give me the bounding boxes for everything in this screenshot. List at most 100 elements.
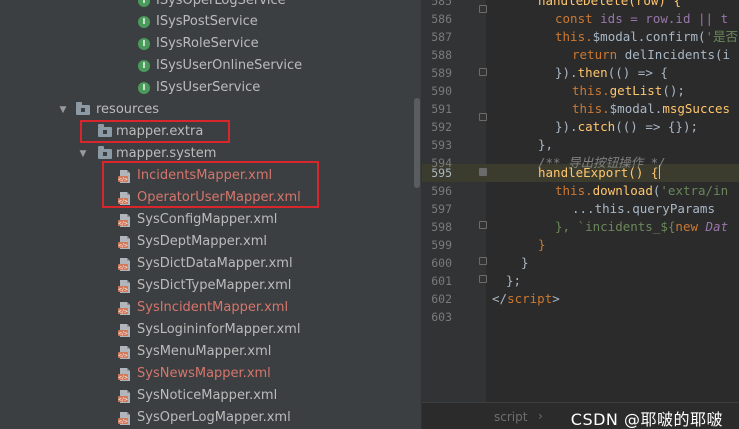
- tree-item-label: resources: [96, 102, 160, 117]
- code-line[interactable]: </script>: [492, 290, 560, 308]
- fold-marker-icon[interactable]: [479, 5, 487, 13]
- folder-icon: [76, 102, 90, 115]
- interface-icon: I: [138, 0, 150, 7]
- code-line[interactable]: this.$modal.confirm('是否: [555, 28, 738, 46]
- scrollbar-thumb[interactable]: [414, 98, 420, 188]
- interface-icon: I: [138, 16, 150, 28]
- xml-file-icon: </>: [118, 257, 132, 272]
- tree-item-label: SysOperLogMapper.xml: [137, 410, 291, 425]
- xml-file-icon: </>: [118, 323, 132, 338]
- tree-item-label: ISysRoleService: [156, 36, 259, 51]
- tree-item-label: ISysUserService: [156, 80, 261, 95]
- svg-text:</>: </>: [118, 287, 128, 293]
- svg-text:</>: </>: [118, 397, 128, 403]
- xml-file-icon: </>: [118, 345, 132, 360]
- xml-file-icon: </>: [118, 411, 132, 426]
- folder-icon: [98, 146, 112, 159]
- line-number: 593: [431, 138, 452, 152]
- code-line[interactable]: const ids = row.id || t: [555, 10, 728, 28]
- code-line[interactable]: }, `incidents_${new Dat: [555, 218, 728, 236]
- svg-text:</>: </>: [118, 309, 128, 315]
- code-line[interactable]: };: [506, 272, 521, 290]
- xml-file-icon: </>: [118, 301, 132, 316]
- code-line[interactable]: }).catch(() => {});: [555, 118, 698, 136]
- code-line[interactable]: this.download('extra/in: [555, 182, 728, 200]
- xml-file-icon: </>: [118, 169, 132, 184]
- line-number: 603: [431, 310, 452, 324]
- fold-marker-icon[interactable]: [479, 275, 487, 283]
- svg-text:</>: </>: [118, 199, 128, 205]
- tree-item-label: OperatorUserMapper.xml: [137, 190, 301, 205]
- watermark: CSDN @耶啵的耶啵: [570, 410, 723, 429]
- line-number: 587: [431, 30, 452, 44]
- tree-item-label: SysNoticeMapper.xml: [137, 388, 278, 403]
- expand-arrow-icon[interactable]: ▼: [58, 99, 68, 121]
- line-number: 592: [431, 120, 452, 134]
- code-line-current[interactable]: handleExport() {: [538, 164, 661, 182]
- line-number: 591: [431, 102, 452, 116]
- code-line[interactable]: this.$modal.msgSucces: [572, 100, 730, 118]
- tree-item-label: ISysPostService: [156, 14, 258, 29]
- code-editor[interactable]: 585 586 587 588 589 590 591 592 593 594 595 596 597 5…: [422, 0, 739, 429]
- breadcrumb-separator-icon: ›: [538, 409, 543, 423]
- code-line[interactable]: }).then(() => {: [555, 64, 668, 82]
- line-number: 588: [431, 48, 452, 62]
- fold-marker-icon[interactable]: [479, 221, 487, 229]
- line-number: 590: [431, 84, 452, 98]
- tree-item-label: SysDeptMapper.xml: [137, 234, 268, 249]
- tree-item-label: SysDictDataMapper.xml: [137, 256, 293, 271]
- tree-item-label: ISysUserOnlineService: [156, 58, 303, 73]
- svg-text:</>: </>: [118, 331, 128, 337]
- fold-marker-icon[interactable]: [479, 113, 487, 121]
- xml-file-icon: </>: [118, 235, 132, 250]
- code-line[interactable]: return delIncidents(i: [572, 46, 730, 64]
- code-line[interactable]: }: [538, 236, 546, 254]
- folder-icon: [98, 124, 112, 137]
- project-tree[interactable]: I ISysOperLogService I ISysPostService I…: [0, 0, 413, 429]
- text-cursor: [659, 165, 661, 179]
- line-number: 597: [431, 202, 452, 216]
- tree-item-label: mapper.system: [116, 146, 217, 161]
- svg-text:</>: </>: [118, 221, 128, 227]
- tree-item-label: SysConfigMapper.xml: [137, 212, 278, 227]
- xml-file-icon: </>: [118, 191, 132, 206]
- line-number: 585: [431, 0, 452, 8]
- xml-file-icon: </>: [118, 279, 132, 294]
- line-number: 598: [431, 220, 452, 234]
- fold-marker-icon[interactable]: [479, 168, 487, 176]
- code-line[interactable]: this.getList();: [572, 82, 685, 100]
- svg-text:</>: </>: [118, 375, 128, 381]
- interface-icon: I: [138, 82, 150, 94]
- svg-text:</>: </>: [118, 265, 128, 271]
- tree-item-label: IncidentsMapper.xml: [137, 168, 273, 183]
- code-line[interactable]: handleDelete(row) {: [538, 0, 681, 10]
- line-number: 602: [431, 292, 452, 306]
- tree-item-label: SysDictTypeMapper.xml: [137, 278, 292, 293]
- line-number: 600: [431, 256, 452, 270]
- xml-file-icon: </>: [118, 367, 132, 382]
- line-number: 589: [431, 66, 452, 80]
- tree-item-label: SysMenuMapper.xml: [137, 344, 272, 359]
- expand-arrow-icon[interactable]: ▼: [78, 143, 88, 165]
- xml-file-icon: </>: [118, 389, 132, 404]
- fold-marker-icon[interactable]: [479, 68, 487, 76]
- code-line[interactable]: },: [538, 136, 553, 154]
- line-number: 599: [431, 238, 452, 252]
- tree-scrollbar[interactable]: [413, 0, 421, 429]
- line-number: 595: [431, 166, 452, 180]
- breadcrumb[interactable]: script: [494, 410, 527, 424]
- tree-item-label: SysLogininforMapper.xml: [137, 322, 301, 337]
- svg-text:</>: </>: [118, 243, 128, 249]
- code-line[interactable]: ...this.queryParams: [572, 200, 715, 218]
- interface-icon: I: [138, 60, 150, 72]
- line-number: 586: [431, 12, 452, 26]
- svg-text:</>: </>: [118, 419, 128, 425]
- line-number: 596: [431, 184, 452, 198]
- tree-item-label: SysIncidentMapper.xml: [137, 300, 289, 315]
- line-number: 601: [431, 274, 452, 288]
- xml-file-icon: </>: [118, 213, 132, 228]
- code-line[interactable]: }: [521, 254, 529, 272]
- fold-marker-icon[interactable]: [479, 257, 487, 265]
- tree-item-label: SysNewsMapper.xml: [137, 366, 271, 381]
- tree-item-label: mapper.extra: [116, 124, 204, 139]
